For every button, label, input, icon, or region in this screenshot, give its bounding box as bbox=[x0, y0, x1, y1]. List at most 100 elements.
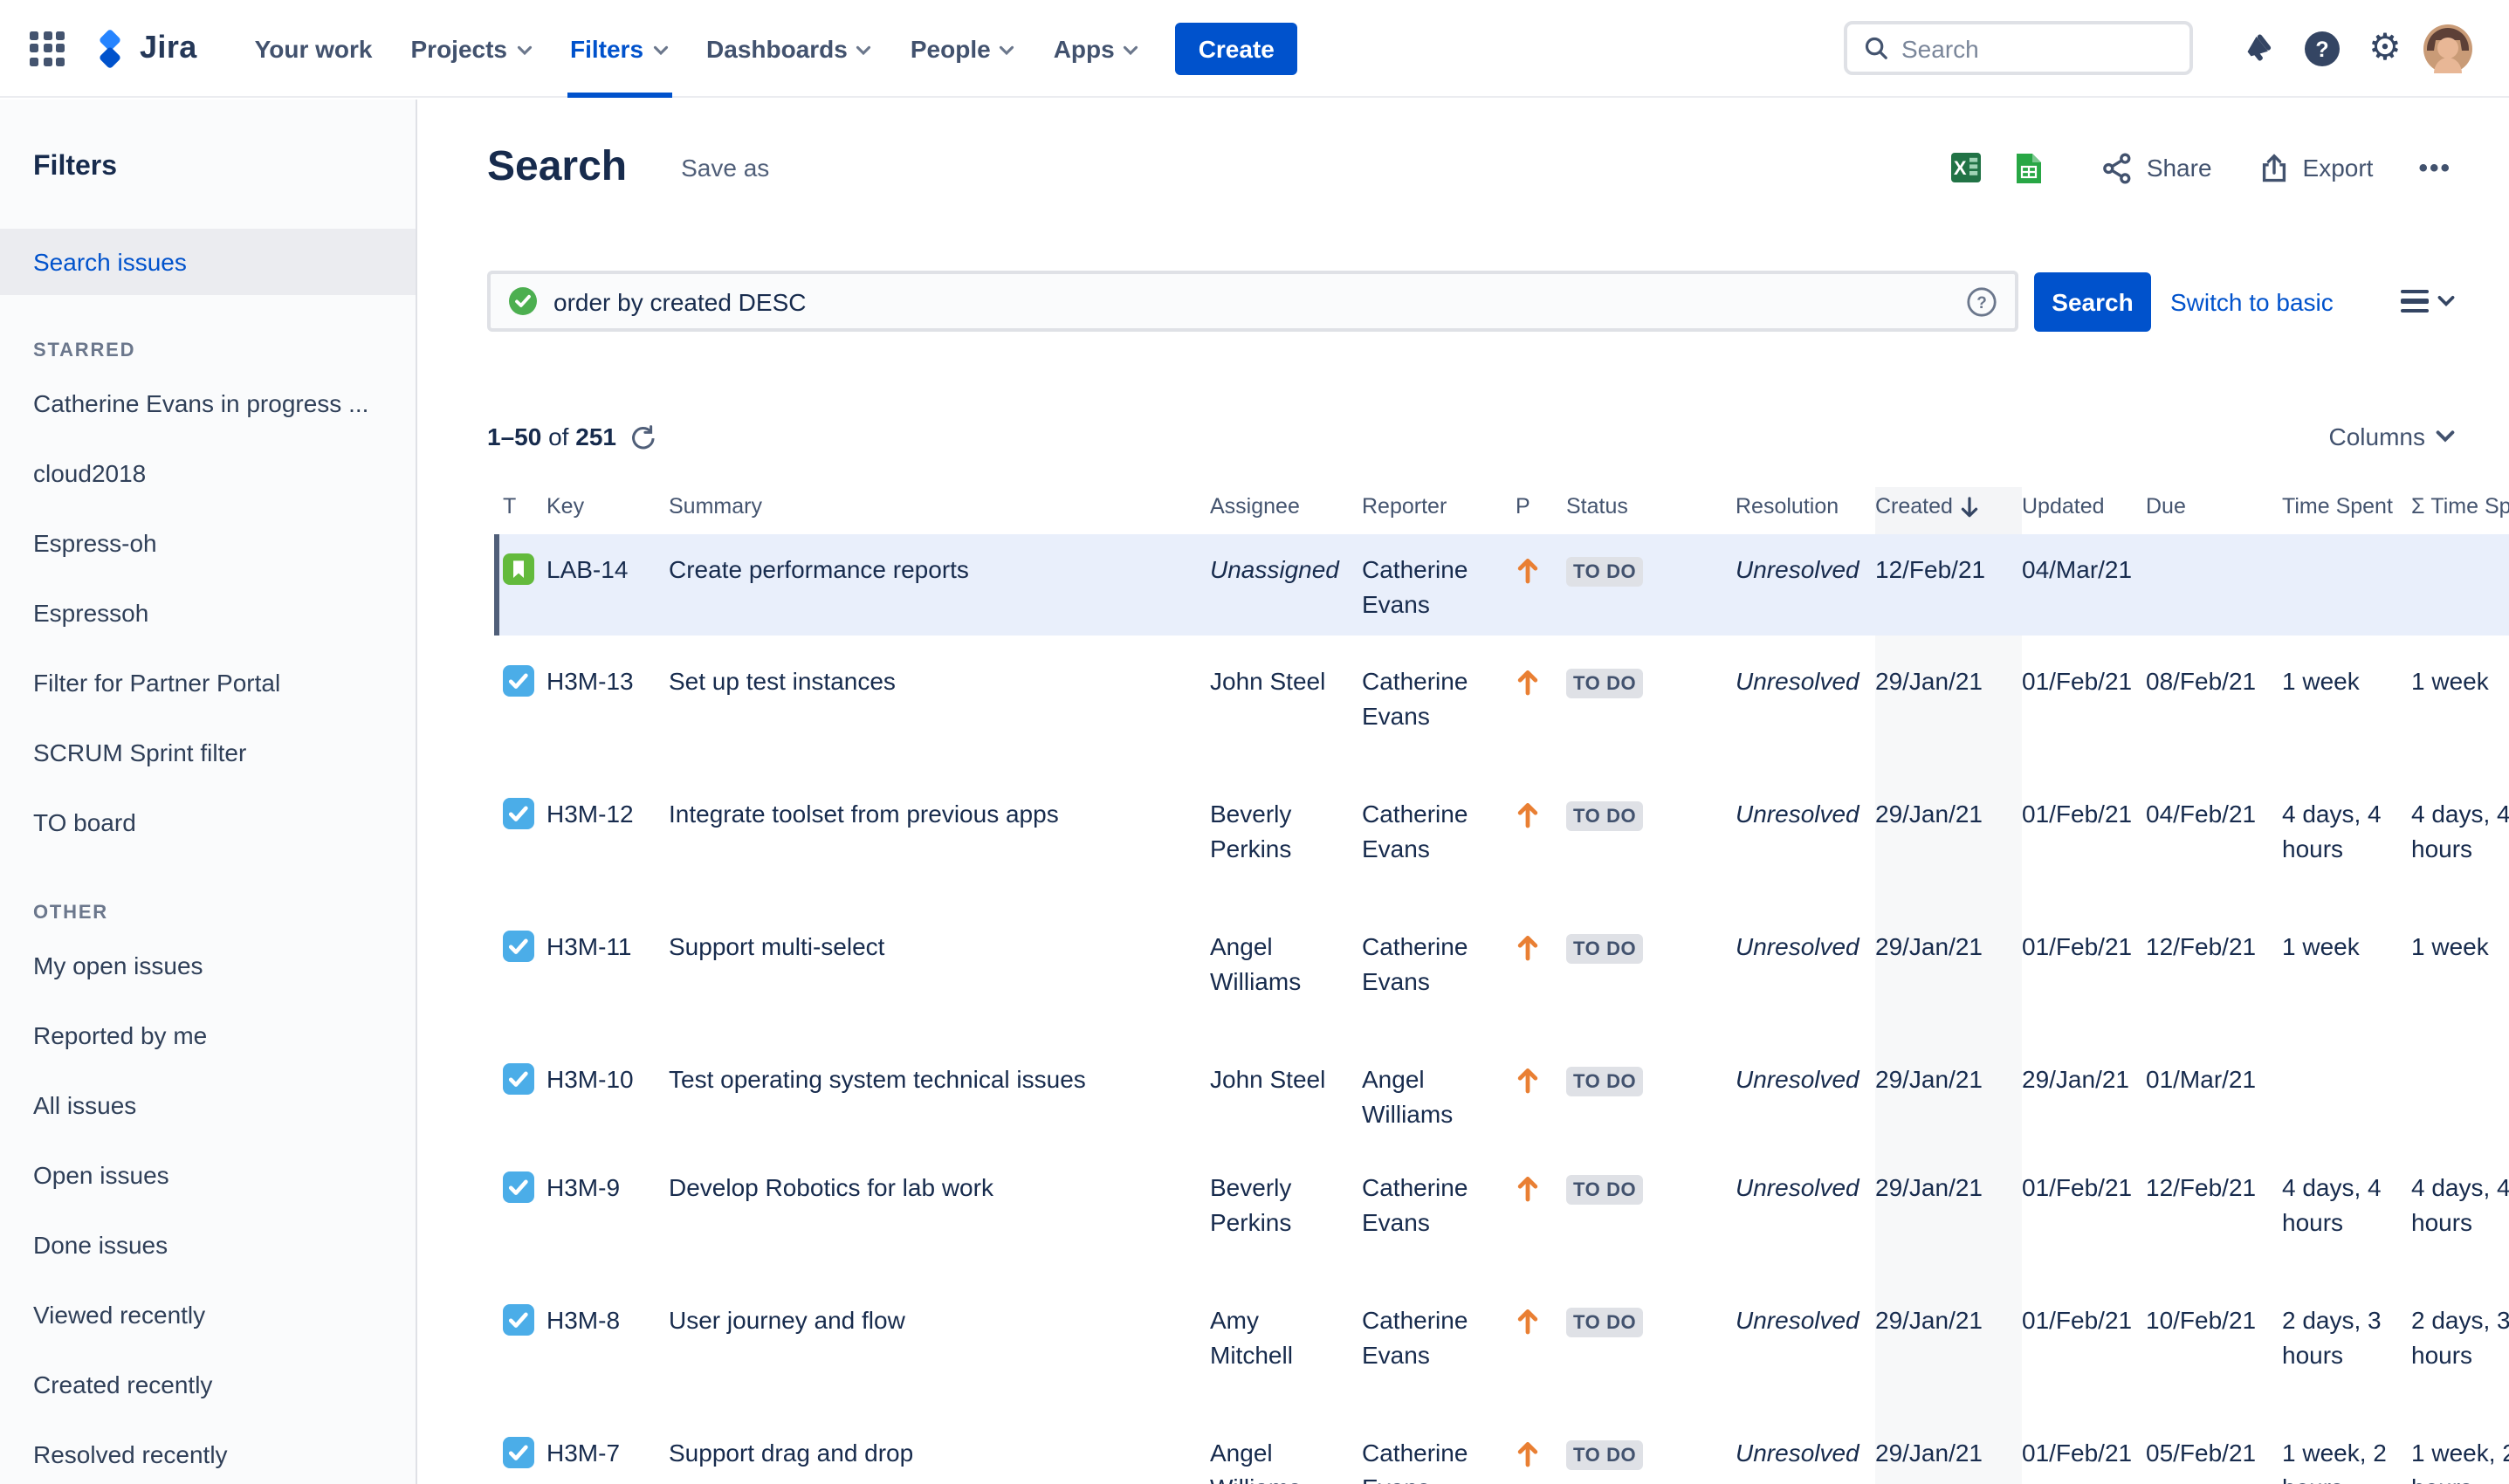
table-row[interactable]: H3M-12 Integrate toolset from previous a… bbox=[494, 768, 2509, 929]
columns-dropdown[interactable]: Columns bbox=[2329, 423, 2456, 450]
table-row[interactable]: H3M-11 Support multi-select Angel Willia… bbox=[494, 901, 2509, 1061]
jira-logo[interactable]: Jira bbox=[91, 29, 197, 67]
user-avatar[interactable] bbox=[2422, 22, 2474, 74]
issue-key[interactable]: LAB-14 bbox=[546, 552, 669, 636]
col-header-summary[interactable]: Summary bbox=[669, 494, 1210, 519]
sidebar-item-search-issues[interactable]: Search issues bbox=[0, 229, 416, 295]
issue-summary[interactable]: Set up test instances bbox=[669, 663, 1210, 768]
table-row[interactable]: LAB-14 Create performance reports Unassi… bbox=[494, 534, 2509, 636]
nav-item-your-work[interactable]: Your work bbox=[236, 0, 392, 97]
jql-valid-check-icon bbox=[508, 286, 538, 316]
issue-summary[interactable]: Support drag and drop bbox=[669, 1435, 1210, 1484]
jql-query-text[interactable]: order by created DESC bbox=[553, 287, 1950, 315]
sidebar-item-resolved-recently[interactable]: Resolved recently bbox=[0, 1419, 416, 1484]
col-header-key[interactable]: Key bbox=[546, 494, 669, 519]
issue-key[interactable]: H3M-13 bbox=[546, 663, 669, 768]
nav-item-projects[interactable]: Projects bbox=[392, 0, 552, 97]
issue-assignee: Amy Mitchell bbox=[1210, 1306, 1293, 1369]
table-row[interactable]: H3M-9 Develop Robotics for lab work Beve… bbox=[494, 1142, 2509, 1302]
col-header-type[interactable]: T bbox=[503, 494, 546, 519]
col-header-assignee[interactable]: Assignee bbox=[1210, 494, 1362, 519]
create-button[interactable]: Create bbox=[1175, 22, 1297, 74]
issue-key[interactable]: H3M-11 bbox=[546, 929, 669, 1034]
nav-item-filters[interactable]: Filters bbox=[551, 0, 687, 97]
issue-key[interactable]: H3M-12 bbox=[546, 796, 669, 901]
issue-summary[interactable]: Develop Robotics for lab work bbox=[669, 1170, 1210, 1274]
sidebar-item-viewed-recently[interactable]: Viewed recently bbox=[0, 1280, 416, 1350]
more-options-icon[interactable]: ••• bbox=[2418, 153, 2451, 182]
table-row[interactable]: H3M-7 Support drag and drop Angel Willia… bbox=[494, 1407, 2509, 1484]
export-sheets-icon[interactable] bbox=[2004, 141, 2056, 194]
announcement-icon[interactable] bbox=[2233, 22, 2286, 74]
switch-to-basic-link[interactable]: Switch to basic bbox=[2170, 287, 2334, 315]
priority-high-icon bbox=[1517, 670, 1538, 696]
sidebar-item-my-open-issues[interactable]: My open issues bbox=[0, 931, 416, 1000]
sort-descending-icon bbox=[1960, 496, 1981, 519]
issue-summary[interactable]: Create performance reports bbox=[669, 552, 1210, 636]
col-header-reporter[interactable]: Reporter bbox=[1362, 494, 1516, 519]
export-button[interactable]: Export bbox=[2258, 151, 2373, 184]
app-switcher-icon[interactable] bbox=[24, 25, 70, 71]
issue-summary[interactable]: Support multi-select bbox=[669, 929, 1210, 1034]
sidebar-item-espress-oh[interactable]: Espress-oh bbox=[0, 508, 416, 578]
share-button[interactable]: Share bbox=[2101, 151, 2212, 184]
issue-time-spent: 1 week bbox=[2282, 932, 2360, 960]
col-header-resolution[interactable]: Resolution bbox=[1736, 494, 1875, 519]
issue-summary[interactable]: User journey and flow bbox=[669, 1302, 1210, 1407]
settings-gear-icon[interactable]: ⚙ bbox=[2359, 22, 2411, 74]
sidebar-item-scrum-sprint-filter[interactable]: SCRUM Sprint filter bbox=[0, 718, 416, 787]
jql-help-icon[interactable]: ? bbox=[1966, 285, 1997, 317]
col-header-updated[interactable]: Updated bbox=[2022, 494, 2146, 519]
sidebar-item-created-recently[interactable]: Created recently bbox=[0, 1350, 416, 1419]
col-header-created-sorted[interactable]: Created bbox=[1875, 487, 2022, 534]
issue-key[interactable]: H3M-7 bbox=[546, 1435, 669, 1484]
sidebar-item-done-issues[interactable]: Done issues bbox=[0, 1210, 416, 1280]
col-header-due[interactable]: Due bbox=[2146, 494, 2282, 519]
nav-item-apps[interactable]: Apps bbox=[1035, 0, 1158, 97]
issue-time-spent: 4 days, 4 hours bbox=[2282, 800, 2382, 862]
task-icon bbox=[503, 1171, 534, 1203]
issue-assignee: Unassigned bbox=[1210, 555, 1339, 583]
sidebar-item-catherine-evans-in-progress[interactable]: Catherine Evans in progress ... bbox=[0, 368, 416, 438]
refresh-icon[interactable] bbox=[630, 423, 656, 450]
sidebar-item-espressoh[interactable]: Espressoh bbox=[0, 578, 416, 648]
table-row[interactable]: H3M-10 Test operating system technical i… bbox=[494, 1034, 2509, 1170]
issue-key[interactable]: H3M-9 bbox=[546, 1170, 669, 1274]
table-row[interactable]: H3M-8 User journey and flow Amy Mitchell… bbox=[494, 1274, 2509, 1435]
nav-item-people[interactable]: People bbox=[891, 0, 1035, 97]
issue-sigma-time-spent: 1 week bbox=[2411, 667, 2489, 695]
sidebar-item-all-issues[interactable]: All issues bbox=[0, 1070, 416, 1140]
help-icon[interactable]: ? bbox=[2296, 22, 2348, 74]
search-submit-button[interactable]: Search bbox=[2034, 271, 2151, 331]
sidebar-sections: STARRED Catherine Evans in progress ... c… bbox=[0, 340, 416, 1484]
global-search-input[interactable] bbox=[1901, 34, 2174, 62]
save-as-button[interactable]: Save as bbox=[681, 154, 769, 182]
jql-input[interactable]: order by created DESC ? bbox=[487, 271, 2018, 332]
priority-high-icon bbox=[1517, 1442, 1538, 1467]
col-header-time-spent[interactable]: Time Spent bbox=[2282, 494, 2411, 519]
sidebar-item-open-issues[interactable]: Open issues bbox=[0, 1140, 416, 1210]
issue-summary[interactable]: Integrate toolset from previous apps bbox=[669, 796, 1210, 901]
col-header-status[interactable]: Status bbox=[1566, 494, 1736, 519]
table-row[interactable]: H3M-13 Set up test instances John Steel … bbox=[494, 636, 2509, 796]
col-header-sigma-time-spent[interactable]: Σ Time Spent bbox=[2411, 494, 2509, 519]
export-excel-icon[interactable]: X bbox=[1941, 141, 1993, 194]
svg-text:?: ? bbox=[2315, 37, 2328, 61]
issue-key[interactable]: H3M-10 bbox=[546, 1061, 669, 1142]
issue-key[interactable]: H3M-8 bbox=[546, 1302, 669, 1407]
issue-created: 12/Feb/21 bbox=[1875, 555, 1986, 583]
global-search-box[interactable] bbox=[1844, 21, 2193, 75]
jira-logo-text: Jira bbox=[140, 30, 197, 65]
issue-assignee: John Steel bbox=[1210, 1065, 1326, 1093]
sidebar-item-cloud2018[interactable]: cloud2018 bbox=[0, 438, 416, 508]
col-header-priority[interactable]: P bbox=[1516, 494, 1566, 519]
issue-summary[interactable]: Test operating system technical issues bbox=[669, 1061, 1210, 1142]
sidebar-item-to-board[interactable]: TO board bbox=[0, 787, 416, 857]
sidebar-item-filter-for-partner-portal[interactable]: Filter for Partner Portal bbox=[0, 648, 416, 718]
search-icon bbox=[1863, 35, 1889, 61]
search-options-menu-icon[interactable] bbox=[2401, 289, 2455, 313]
sidebar-item-reported-by-me[interactable]: Reported by me bbox=[0, 1000, 416, 1070]
story-icon bbox=[503, 553, 534, 585]
nav-item-dashboards[interactable]: Dashboards bbox=[687, 0, 891, 97]
sidebar-section-label: OTHER bbox=[33, 903, 108, 924]
